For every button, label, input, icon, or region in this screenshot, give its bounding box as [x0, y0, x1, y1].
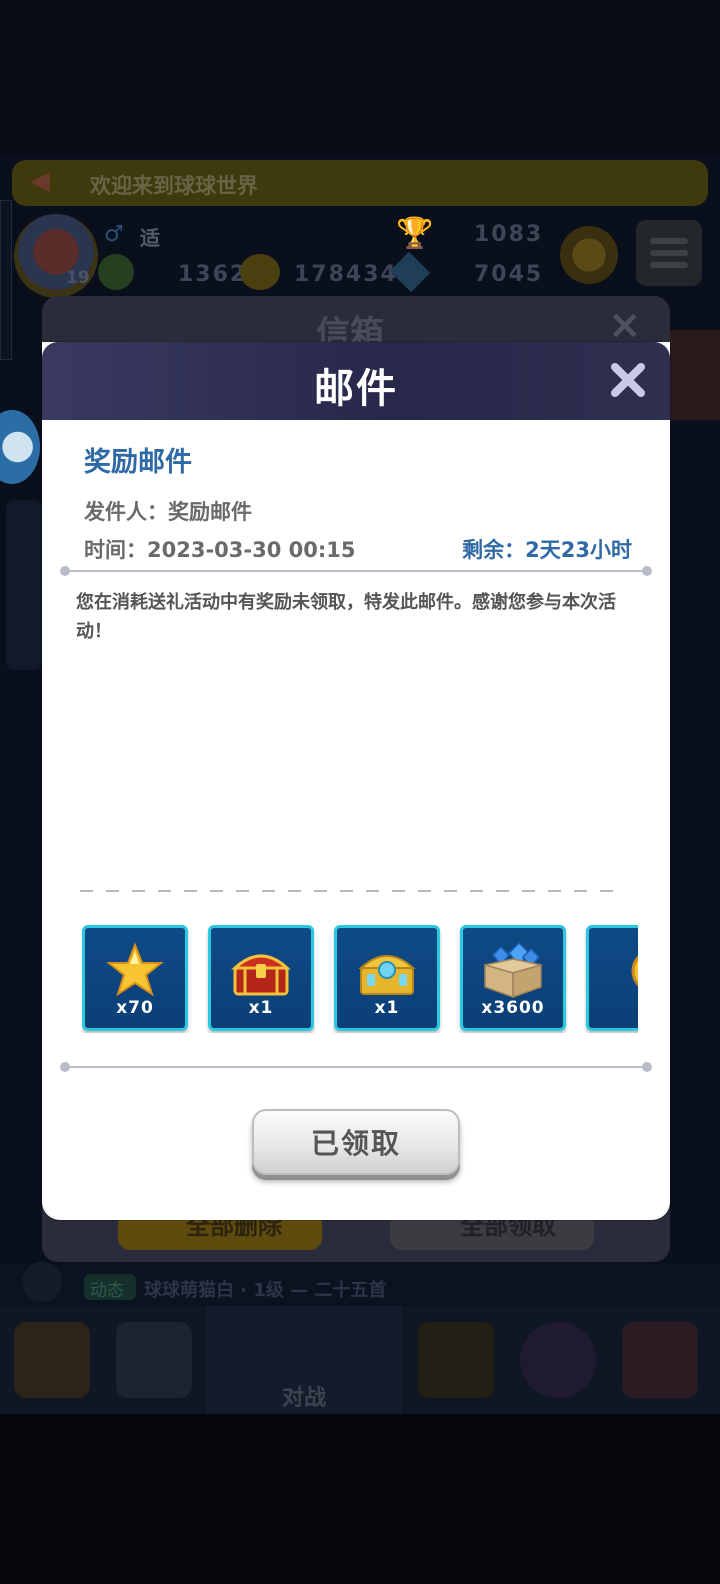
- divider-dot-right: [642, 566, 652, 576]
- reward-item[interactable]: x1: [208, 925, 314, 1031]
- header-divider: [65, 570, 649, 572]
- gold-treasure-chest-icon: [337, 938, 437, 1004]
- trophy-icon: 🏆: [396, 216, 434, 251]
- welcome-banner-text: 欢迎来到球球世界: [90, 174, 258, 198]
- mail-remaining-time: 剩余：2天23小时: [462, 538, 632, 562]
- red-treasure-chest-icon: [211, 938, 311, 1004]
- currency-1-count: 1362: [178, 262, 248, 287]
- megaphone-icon: ◀: [30, 166, 50, 196]
- reward-count: x1: [374, 998, 400, 1018]
- rewards-list[interactable]: x70 x1 x1 x3600: [82, 925, 638, 1033]
- divider-dot-left: [60, 566, 70, 576]
- reward-item[interactable]: x70: [82, 925, 188, 1031]
- mail-sender: 发件人：奖励邮件: [84, 500, 252, 524]
- trophy-count: 1083: [474, 222, 544, 247]
- dolphin-event-icon: [0, 410, 40, 484]
- close-icon: [611, 363, 645, 397]
- rewards-divider: [65, 1066, 649, 1068]
- player-level: 19: [66, 268, 90, 288]
- nav-shop-icon: [14, 1322, 90, 1398]
- reward-count: x3600: [481, 998, 545, 1018]
- divider-dot-left: [60, 1062, 70, 1072]
- left-decoration: [6, 500, 42, 670]
- mail-time: 时间：2023-03-30 00:15: [84, 538, 356, 562]
- dialog-title: 邮件: [314, 366, 398, 412]
- ticker-icon: [22, 1262, 62, 1302]
- menu-icon: [636, 220, 702, 286]
- gender-male-icon: ♂: [104, 222, 124, 247]
- claimed-button[interactable]: 已领取: [252, 1109, 460, 1175]
- dialog-header: 邮件: [42, 342, 670, 420]
- currency-3-count: 7045: [474, 262, 544, 287]
- nav-social-icon: [622, 1322, 698, 1398]
- close-button[interactable]: [606, 358, 650, 402]
- nav-planet-icon: [520, 1322, 596, 1398]
- gold-coin-icon: [589, 938, 638, 1004]
- reward-count: x1: [248, 998, 274, 1018]
- reward-count: x70: [116, 998, 154, 1018]
- currency-2-count: 178434: [294, 262, 398, 287]
- right-decoration: [670, 330, 720, 420]
- clover-coin-icon: [98, 254, 134, 290]
- nav-character-icon: [116, 1322, 192, 1398]
- mail-subject: 奖励邮件: [84, 447, 192, 478]
- side-edge: [0, 200, 12, 360]
- rank-medal-icon: [560, 226, 618, 284]
- reward-item[interactable]: x3600: [460, 925, 566, 1031]
- ticker-tag-label: 动态: [90, 1281, 124, 1301]
- dashed-divider: [80, 890, 624, 892]
- divider-dot-right: [642, 1062, 652, 1072]
- mail-body: 您在消耗送礼活动中有奖励未领取，特发此邮件。感谢您参与本次活动！: [76, 592, 616, 642]
- reward-item[interactable]: x1: [334, 925, 440, 1031]
- mail-dialog: 邮件 奖励邮件 发件人：奖励邮件 时间：2023-03-30 00:15 剩余：…: [42, 342, 670, 1220]
- gem-crate-icon: [463, 938, 563, 1004]
- top-dark-area: [0, 0, 720, 155]
- player-name: 适: [140, 226, 160, 250]
- reward-count: x: [589, 998, 638, 1018]
- gold-coin-icon: [240, 254, 280, 290]
- ticker-text: 球球萌猫白 · 1级 — 二十五首: [144, 1280, 387, 1301]
- nav-battle-label: 对战: [282, 1386, 327, 1411]
- star-icon: [85, 938, 185, 1004]
- nav-whistle-icon: [418, 1322, 494, 1398]
- bottom-black-area: [0, 1414, 720, 1584]
- reward-item[interactable]: x: [586, 925, 638, 1031]
- claimed-button-label: 已领取: [310, 1127, 401, 1160]
